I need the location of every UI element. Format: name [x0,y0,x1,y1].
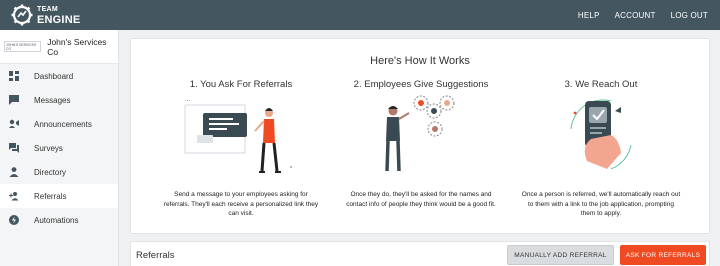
announcement-icon [8,119,19,130]
sidebar-item-label: Surveys [34,143,63,153]
sidebar-item-label: Referrals [34,191,67,201]
top-bar: TEAM ENGINE HELP ACCOUNT LOG OUT [0,0,720,30]
step-employees-give-suggestions: 2. Employees Give Suggestions Once they … [331,79,511,209]
suggestions-illustration [331,95,511,175]
sidebar-item-automations[interactable]: Automations [0,208,118,232]
step-description: Send a message to your employees asking … [163,191,319,217]
sidebar-item-announcements[interactable]: Announcements [0,112,118,136]
manually-add-referral-button[interactable]: MANUALLY ADD REFERRAL [507,245,614,265]
logout-link[interactable]: LOG OUT [671,11,708,20]
step-title: 2. Employees Give Suggestions [353,79,489,90]
how-it-works-title: Here's How It Works [370,55,470,67]
company-name: John's Services Co [47,36,107,57]
step-ask-for-referrals: 1. You Ask For Referrals ... Send a mess… [151,79,331,219]
referrals-section: Referrals MANUALLY ADD REFERRAL ASK FOR … [130,241,710,266]
automation-icon [8,215,19,226]
sidebar-item-label: Announcements [34,119,92,129]
brand-logo[interactable]: TEAM ENGINE [10,0,80,30]
step-we-reach-out: 3. We Reach Out Once a person is referre… [511,79,691,219]
sidebar: JOHN'S SERVICES CO John's Services Co Da… [0,30,119,266]
sidebar-item-dashboard[interactable]: Dashboard [0,64,118,88]
message-icon [8,95,19,106]
gear-logo-icon [11,4,33,26]
survey-icon [8,143,19,154]
ask-referrals-illustration: ... [151,95,331,175]
reach-out-illustration [511,95,691,175]
sidebar-item-label: Dashboard [34,71,74,81]
referrals-title: Referrals [136,250,175,261]
ask-for-referrals-button[interactable]: ASK FOR REFERRALS [620,245,706,265]
sidebar-item-label: Messages [34,95,71,105]
sidebar-item-referrals[interactable]: Referrals [0,184,118,208]
sidebar-item-directory[interactable]: Directory [0,160,118,184]
step-description: Once a person is referred, we'll automat… [521,191,681,217]
step-title: 1. You Ask For Referrals [189,79,293,90]
account-link[interactable]: ACCOUNT [615,11,656,20]
how-it-works-card: Here's How It Works 1. You Ask For Refer… [130,38,710,234]
dashboard-icon [8,71,19,82]
person-icon [8,167,19,178]
top-nav: HELP ACCOUNT LOG OUT [578,11,708,20]
sidebar-item-label: Directory [34,167,67,177]
step-description: Once they do, they'll be asked for the n… [346,191,496,208]
svg-text:...: ... [185,97,190,103]
sidebar-item-label: Automations [34,215,79,225]
referral-icon [8,191,19,202]
sidebar-item-messages[interactable]: Messages [0,88,118,112]
brand-line2: ENGINE [37,14,81,26]
step-title: 3. We Reach Out [564,79,638,90]
help-link[interactable]: HELP [578,11,600,20]
company-logo: JOHN'S SERVICES CO [4,41,42,52]
company-header[interactable]: JOHN'S SERVICES CO John's Services Co [0,30,118,64]
sidebar-item-surveys[interactable]: Surveys [0,136,118,160]
